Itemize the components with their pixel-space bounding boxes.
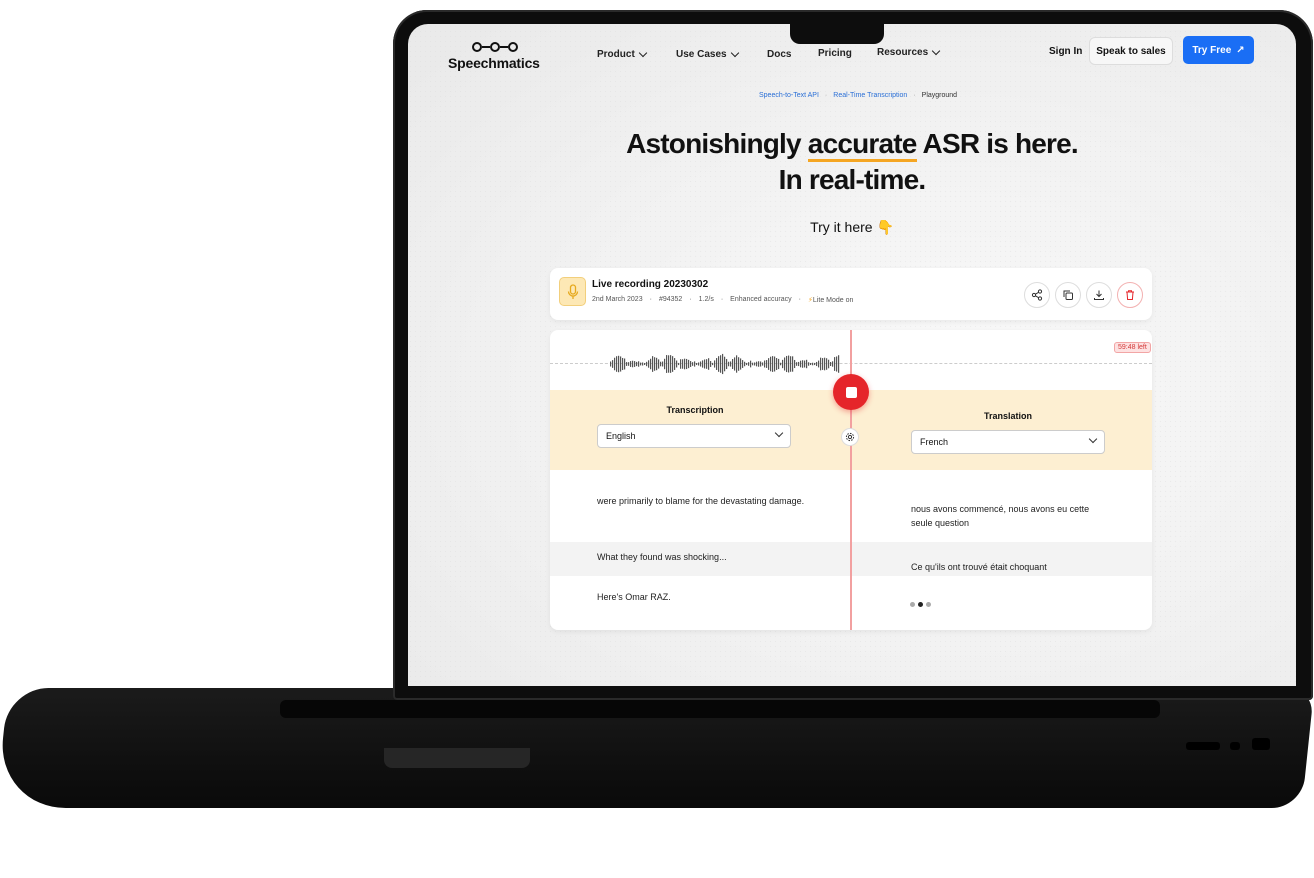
breadcrumb-separator: · (913, 92, 916, 99)
chevron-down-icon (931, 46, 941, 56)
recording-meta: 2nd March 2023 · #94352 · 1.2/s · Enhanced … (592, 296, 854, 304)
recording-speed: 1.2/s (698, 296, 714, 303)
camera-notch (790, 22, 884, 44)
share-button[interactable] (1024, 282, 1050, 308)
hero-title-line2: In real-time. (778, 164, 927, 195)
nav-item-label: Resources (877, 47, 929, 58)
laptop-port (1186, 742, 1220, 750)
nav-item-label: Pricing (818, 48, 852, 59)
microphone-icon (559, 277, 586, 306)
chevron-down-icon (774, 428, 784, 438)
select-value: English (606, 431, 636, 441)
lite-mode-label: Lite Mode on (812, 297, 854, 304)
transcription-title: Transcription (666, 405, 724, 415)
stop-recording-button[interactable] (833, 374, 869, 410)
download-button[interactable] (1086, 282, 1112, 308)
chevron-down-icon (638, 48, 648, 58)
recording-title: Live recording 20230302 (592, 279, 709, 290)
laptop-port (1230, 742, 1240, 750)
recording-accuracy: Enhanced accuracy (730, 296, 792, 303)
time-left-badge: 59:48 left (1114, 342, 1151, 353)
hero-title-line1: Astonishingly accurate ASR is here. (408, 128, 1296, 162)
nav-item-label: Product (597, 49, 635, 60)
translation-language-select[interactable]: French (911, 430, 1105, 454)
share-icon (1031, 289, 1043, 301)
speak-to-sales-button[interactable]: Speak to sales (1089, 37, 1173, 65)
translation-line: nous avons commencé, nous avons eu cette… (911, 504, 1090, 528)
nav-item-label: Docs (767, 49, 792, 60)
nav-item-docs[interactable]: Docs (767, 49, 791, 60)
recording-card: Live recording 20230302 2nd March 2023 · … (550, 268, 1152, 320)
logo[interactable]: Speechmatics (448, 42, 540, 71)
try-free-button[interactable]: Try Free ↗ (1183, 36, 1254, 64)
chevron-down-icon (730, 48, 739, 58)
gear-icon (845, 432, 855, 442)
stop-icon (845, 386, 857, 398)
recording-date: 2nd March 2023 (592, 296, 643, 303)
transcript-line: were primarily to blame for the devastat… (597, 496, 805, 506)
sign-in-link[interactable]: Sign In (1049, 46, 1082, 57)
logo-mark-icon (472, 42, 540, 52)
try-it-here-label: Try it here 👇 (810, 219, 894, 235)
laptop-keyboard (280, 700, 1160, 718)
select-value: French (920, 437, 949, 447)
hero-accent-word: accurate (807, 128, 917, 162)
breadcrumb-link[interactable]: Speech-to-Text API (759, 92, 819, 99)
breadcrumb-link[interactable]: Real-Time Transcription (833, 92, 907, 99)
download-icon (1094, 290, 1104, 300)
transcription-panel: 59:48 left Transcription English Transla… (550, 330, 1152, 630)
nav-item-resources[interactable]: Resources (877, 46, 941, 58)
logo-text: Speechmatics (448, 55, 540, 71)
breadcrumb-separator: · (824, 92, 828, 99)
breadcrumb-current: Playground (921, 92, 958, 99)
translation-line: Ce qu'ils ont trouvé était choquant (911, 562, 1047, 572)
arrow-up-right-icon: ↗ (1236, 44, 1245, 56)
delete-button[interactable] (1117, 282, 1143, 308)
transcript-line: Here's Omar RAZ. (597, 592, 671, 602)
hero-text: Astonishingly (626, 128, 808, 159)
hero-text: ASR is here. (916, 128, 1079, 159)
screen: Speechmatics Product Use Cases Docs Pric… (408, 24, 1296, 686)
typing-indicator (910, 602, 931, 607)
chevron-down-icon (1088, 434, 1098, 444)
nav-item-product[interactable]: Product (597, 48, 648, 60)
settings-button[interactable] (841, 428, 859, 446)
transcription-language-select[interactable]: English (597, 424, 791, 448)
nav-item-pricing[interactable]: Pricing (818, 48, 852, 59)
nav-item-use-cases[interactable]: Use Cases (676, 48, 739, 60)
try-free-label: Try Free (1192, 44, 1232, 56)
waveform (610, 353, 840, 375)
copy-button[interactable] (1055, 282, 1081, 308)
nav-item-label: Use Cases (676, 49, 727, 60)
trash-icon (1126, 290, 1134, 300)
translation-title: Translation (983, 411, 1032, 421)
recording-id: #94352 (658, 296, 683, 303)
breadcrumb: Speech-to-Text API · Real-Time Transcrip… (759, 92, 957, 99)
laptop-port (1252, 738, 1270, 750)
laptop-trackpad-notch (384, 748, 530, 768)
transcript-line: What they found was shocking... (597, 552, 727, 562)
copy-icon (1063, 290, 1073, 300)
